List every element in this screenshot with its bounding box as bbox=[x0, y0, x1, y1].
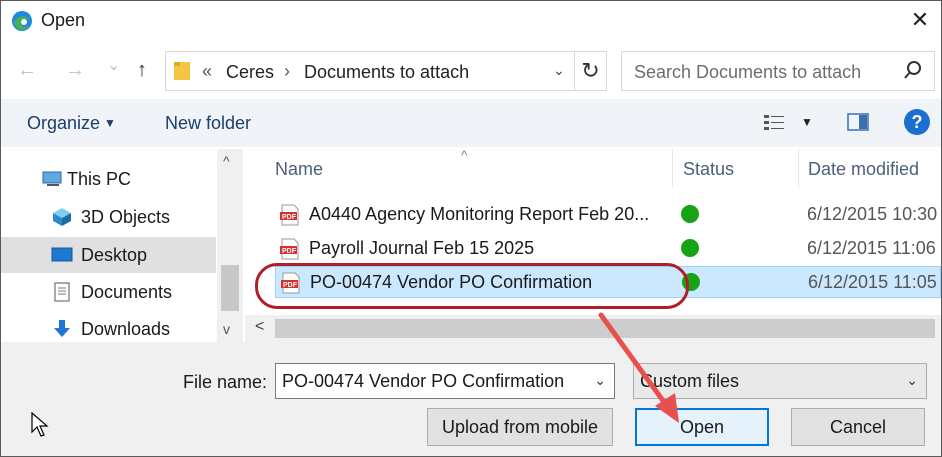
recent-locations-icon[interactable]: ⌄ bbox=[107, 55, 120, 75]
download-icon bbox=[54, 320, 70, 337]
svg-text:PDF: PDF bbox=[282, 214, 297, 221]
folder-icon bbox=[174, 62, 190, 80]
sidebar-item-documents[interactable]: Documents bbox=[1, 274, 216, 310]
view-options-dropdown-icon[interactable]: ▼ bbox=[801, 115, 813, 129]
view-options-icon[interactable] bbox=[763, 113, 785, 133]
pc-icon bbox=[42, 171, 62, 186]
pdf-file-icon: PDF bbox=[280, 238, 299, 260]
chevron-down-icon[interactable]: ⌄ bbox=[906, 372, 918, 389]
file-row[interactable]: PDF A0440 Agency Monitoring Report Feb 2… bbox=[275, 199, 941, 231]
help-button[interactable]: ? bbox=[904, 109, 930, 135]
mouse-pointer-icon bbox=[31, 412, 49, 437]
pdf-file-icon: PDF bbox=[280, 204, 299, 226]
scrollbar-thumb[interactable] bbox=[221, 265, 239, 311]
file-date: 6/12/2015 10:30 bbox=[807, 204, 938, 224]
document-icon bbox=[54, 282, 70, 302]
sidebar-item-desktop[interactable]: Desktop bbox=[1, 237, 216, 273]
column-header-label: Date modified bbox=[808, 159, 920, 179]
close-button[interactable]: ✕ bbox=[907, 7, 933, 33]
file-list-horizontal-scrollbar[interactable]: < bbox=[245, 315, 941, 342]
organize-label: Organize bbox=[27, 113, 101, 133]
open-file-dialog: Open ✕ ← → ⌄ ↑ « Ceres › Documents to at… bbox=[0, 0, 942, 457]
forward-arrow-icon[interactable]: → bbox=[65, 59, 85, 82]
chevron-down-icon[interactable]: ⌄ bbox=[594, 372, 606, 389]
column-header-date-modified[interactable]: Date modified bbox=[799, 149, 941, 187]
svg-text:PDF: PDF bbox=[282, 248, 297, 255]
breadcrumb-overflow-icon[interactable]: « bbox=[202, 61, 212, 82]
navigation-scrollbar[interactable]: ^ v bbox=[217, 149, 243, 342]
scroll-down-icon[interactable]: v bbox=[223, 321, 230, 337]
chevron-down-icon: ▼ bbox=[104, 116, 116, 130]
back-arrow-icon[interactable]: ← bbox=[17, 59, 37, 82]
file-row[interactable]: PDF Payroll Journal Feb 15 2025 6/12/201… bbox=[275, 233, 941, 265]
search-icon[interactable] bbox=[902, 59, 924, 81]
highlight-ring-annotation bbox=[255, 263, 689, 309]
desktop-icon bbox=[51, 247, 73, 262]
column-header-label: Name bbox=[275, 159, 324, 179]
scroll-up-icon[interactable]: ^ bbox=[223, 153, 230, 169]
scroll-left-icon[interactable]: < bbox=[255, 318, 264, 336]
sync-ok-icon bbox=[681, 205, 699, 223]
sidebar-item-3d-objects[interactable]: 3D Objects bbox=[1, 199, 216, 235]
file-type-value: Custom files bbox=[640, 371, 740, 391]
new-folder-button[interactable]: New folder bbox=[165, 113, 251, 134]
sidebar-item-label: Downloads bbox=[81, 319, 171, 339]
file-name-label: File name: bbox=[183, 372, 268, 392]
scrollbar-thumb[interactable] bbox=[275, 319, 935, 338]
file-date: 6/12/2015 11:06 bbox=[807, 238, 936, 258]
upload-from-mobile-button[interactable]: Upload from mobile bbox=[427, 408, 613, 446]
dialog-title: Open bbox=[41, 10, 86, 30]
title-bar: Open ✕ bbox=[1, 1, 941, 39]
organize-button[interactable]: Organize ▼ bbox=[27, 113, 116, 134]
navigation-bar: ← → ⌄ ↑ « Ceres › Documents to attach ⌄ … bbox=[1, 47, 941, 95]
open-button[interactable]: Open bbox=[635, 408, 769, 446]
column-header-name[interactable]: Name bbox=[265, 149, 673, 187]
edge-browser-icon bbox=[12, 11, 32, 31]
address-bar[interactable]: « Ceres › Documents to attach ⌄ ↻ bbox=[165, 51, 607, 91]
breadcrumb-documents-to-attach[interactable]: Documents to attach bbox=[304, 62, 469, 83]
sidebar-item-label: This PC bbox=[67, 169, 132, 189]
file-name-field[interactable]: PO-00474 Vendor PO Confirmation ⌄ bbox=[275, 363, 615, 399]
sidebar-item-label: Documents bbox=[81, 282, 173, 302]
sidebar-item-this-pc[interactable]: This PC bbox=[1, 161, 216, 197]
file-date: 6/12/2015 11:05 bbox=[808, 272, 937, 292]
command-bar: Organize ▼ New folder ▼ ? bbox=[1, 99, 941, 147]
breadcrumb-ceres[interactable]: Ceres bbox=[226, 62, 274, 83]
cube-icon bbox=[53, 208, 71, 226]
dialog-footer: File name: PO-00474 Vendor PO Confirmati… bbox=[1, 342, 941, 456]
sync-ok-icon bbox=[681, 239, 699, 257]
search-placeholder: Search Documents to attach bbox=[634, 62, 862, 82]
file-list: ^ Name Status Date modified PDF A0440 Ag… bbox=[245, 147, 941, 342]
navigation-pane: This PC 3D Objects Desktop Documents Dow… bbox=[1, 149, 243, 342]
column-header-status[interactable]: Status bbox=[673, 149, 799, 187]
address-dropdown-icon[interactable]: ⌄ bbox=[553, 62, 565, 79]
breadcrumb-separator-icon: › bbox=[284, 61, 290, 81]
search-input[interactable]: Search Documents to attach bbox=[621, 51, 935, 91]
cancel-button[interactable]: Cancel bbox=[791, 408, 925, 446]
sidebar-item-label: 3D Objects bbox=[81, 207, 171, 227]
file-name-value: PO-00474 Vendor PO Confirmation bbox=[282, 371, 565, 391]
preview-pane-icon[interactable] bbox=[847, 113, 869, 131]
file-name: Payroll Journal Feb 15 2025 bbox=[309, 238, 535, 258]
refresh-button[interactable]: ↻ bbox=[574, 52, 606, 90]
sidebar-item-label: Desktop bbox=[81, 245, 148, 265]
file-type-select[interactable]: Custom files ⌄ bbox=[633, 363, 927, 399]
file-name: A0440 Agency Monitoring Report Feb 20... bbox=[309, 204, 650, 224]
column-header-label: Status bbox=[683, 159, 735, 179]
up-arrow-icon[interactable]: ↑ bbox=[137, 59, 147, 82]
